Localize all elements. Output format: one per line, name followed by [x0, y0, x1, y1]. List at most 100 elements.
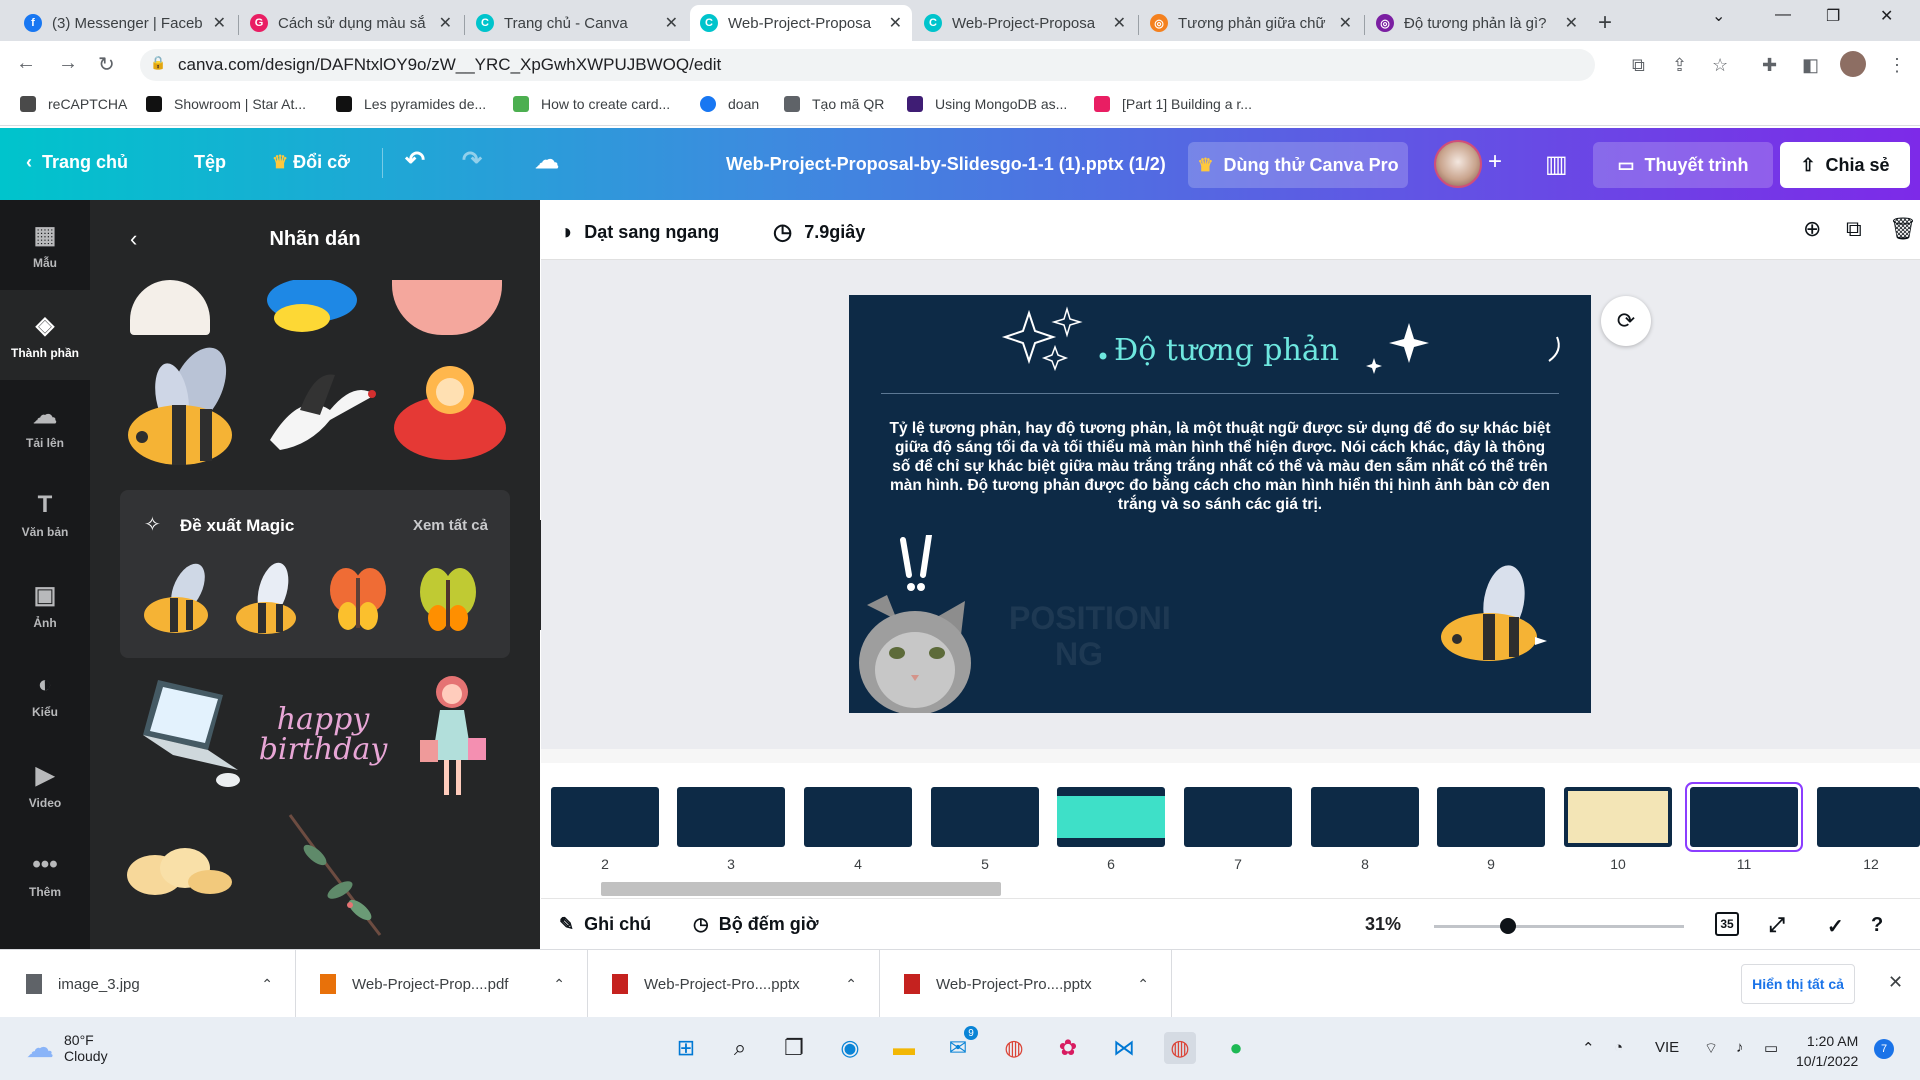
- install-icon[interactable]: ⧉: [1632, 55, 1645, 76]
- scroll-thumb[interactable]: [601, 882, 1001, 896]
- browser-tab-active[interactable]: C Web-Project-Proposa ✕: [690, 5, 912, 41]
- reload-icon[interactable]: ↻: [98, 52, 115, 77]
- bookmark-item[interactable]: Tạo mã QR: [784, 96, 884, 112]
- slide-image-cat[interactable]: [857, 532, 977, 713]
- resize-button[interactable]: ♛ Đổi cỡ: [272, 152, 350, 173]
- profile-avatar[interactable]: [1840, 51, 1866, 77]
- download-item[interactable]: Web-Project-Pro....pptx ⌃: [588, 950, 880, 1018]
- chrome-icon[interactable]: ◍: [998, 1032, 1030, 1064]
- nav-photos[interactable]: ▣ Ảnh: [0, 560, 90, 650]
- check-icon[interactable]: ✓: [1827, 914, 1844, 939]
- magic-sticker-bee[interactable]: [228, 560, 308, 640]
- add-collaborator-icon[interactable]: +: [1488, 148, 1502, 176]
- close-tab-icon[interactable]: ✕: [213, 13, 226, 33]
- minimize-icon[interactable]: —: [1775, 6, 1791, 24]
- browser-tab[interactable]: C Trang chủ - Canva ✕: [466, 5, 688, 41]
- page-thumbnail[interactable]: [1817, 787, 1920, 847]
- close-tab-icon[interactable]: ✕: [665, 13, 678, 33]
- bookmark-star-icon[interactable]: ☆: [1712, 55, 1728, 76]
- slide-canvas[interactable]: Độ tương phản Tỷ lệ tương phản, hay độ t…: [849, 295, 1591, 713]
- page-thumbnail-selected[interactable]: [1687, 784, 1801, 850]
- close-window-icon[interactable]: ✕: [1880, 6, 1893, 26]
- close-tab-icon[interactable]: ✕: [439, 13, 452, 33]
- bookmark-item[interactable]: Using MongoDB as...: [907, 96, 1067, 112]
- filmstrip-scrollbar[interactable]: [541, 880, 1920, 898]
- lock-icon[interactable]: 🔒: [150, 55, 166, 70]
- sticker-crane[interactable]: [260, 350, 380, 460]
- bookmark-item[interactable]: [Part 1] Building a r...: [1094, 96, 1252, 112]
- sticker-pig[interactable]: [392, 280, 502, 335]
- notification-badge[interactable]: 7: [1874, 1039, 1894, 1059]
- sticker-branch[interactable]: [280, 810, 390, 940]
- duplicate-page-icon[interactable]: ⧉: [1846, 216, 1862, 242]
- undo-icon[interactable]: ↶: [405, 146, 425, 175]
- battery-icon[interactable]: ▭: [1764, 1039, 1778, 1057]
- chevron-up-icon[interactable]: ⌃: [1137, 976, 1171, 993]
- bookmark-item[interactable]: reCAPTCHA: [20, 96, 127, 112]
- nav-more[interactable]: ••• Thêm: [0, 830, 90, 920]
- nav-elements[interactable]: ◈ Thành phần: [0, 290, 90, 380]
- bookmark-item[interactable]: doan: [700, 96, 759, 112]
- page-thumbnail[interactable]: [1437, 787, 1545, 847]
- slide-image-bee[interactable]: [1439, 565, 1549, 665]
- see-all-link[interactable]: Xem tất cả: [413, 517, 488, 534]
- file-menu-button[interactable]: Tệp: [194, 152, 226, 173]
- zoom-level[interactable]: 31%: [1365, 914, 1401, 935]
- nav-uploads[interactable]: ☁ Tải lên: [0, 380, 90, 470]
- insights-icon[interactable]: ▥: [1545, 150, 1568, 179]
- task-view-icon[interactable]: ❐: [778, 1032, 810, 1064]
- download-item[interactable]: Web-Project-Pro....pptx ⌃: [880, 950, 1172, 1018]
- page-thumbnail[interactable]: [1564, 787, 1672, 847]
- notes-button[interactable]: ✎ Ghi chú: [559, 914, 651, 935]
- share-button[interactable]: ⇧ Chia sẻ: [1780, 142, 1910, 188]
- new-tab-icon[interactable]: +: [1598, 9, 1612, 37]
- sticker-bird[interactable]: [262, 278, 362, 335]
- timer-button[interactable]: ◷ Bộ đếm giờ: [693, 914, 819, 935]
- weather-widget[interactable]: ☁ 80°F Cloudy: [26, 1031, 108, 1064]
- user-avatar[interactable]: [1434, 140, 1482, 188]
- try-pro-button[interactable]: ♛ Dùng thử Canva Pro: [1188, 142, 1408, 188]
- nav-styles[interactable]: ◐ Kiểu: [0, 650, 90, 740]
- nav-templates[interactable]: ▦ Mẫu: [0, 200, 90, 290]
- bookmark-item[interactable]: Les pyramides de...: [336, 96, 486, 112]
- present-button[interactable]: ▭ Thuyết trình: [1593, 142, 1773, 188]
- sticker-happy-birthday[interactable]: happy birthday: [258, 680, 388, 790]
- transition-button[interactable]: ◑ Dạt sang ngang: [559, 219, 719, 245]
- chrome-profile-icon[interactable]: ◍: [1164, 1032, 1196, 1064]
- app-icon[interactable]: ✿: [1052, 1032, 1084, 1064]
- extensions-icon[interactable]: ✚: [1762, 55, 1777, 76]
- start-icon[interactable]: ⊞: [670, 1032, 702, 1064]
- sticker-shopping-girl[interactable]: [412, 670, 492, 800]
- bookmark-item[interactable]: Showroom | Star At...: [146, 96, 306, 112]
- edge-icon[interactable]: ◉: [834, 1032, 866, 1064]
- home-button[interactable]: ‹ Trang chủ: [26, 152, 128, 173]
- nav-text[interactable]: T Văn bản: [0, 470, 90, 560]
- zoom-slider-knob[interactable]: [1500, 918, 1516, 934]
- close-tab-icon[interactable]: ✕: [889, 13, 902, 33]
- download-item[interactable]: Web-Project-Prop....pdf ⌃: [296, 950, 588, 1018]
- magic-sticker-bee[interactable]: [138, 560, 218, 640]
- tray-app-icon[interactable]: ◔: [1614, 1039, 1623, 1056]
- slide-body-text[interactable]: Tỷ lệ tương phản, hay độ tương phản, là …: [887, 419, 1553, 514]
- page-thumbnail[interactable]: [1057, 787, 1165, 847]
- mail-icon[interactable]: ✉ 9: [942, 1026, 978, 1064]
- page-thumbnail[interactable]: [1184, 787, 1292, 847]
- page-thumbnail[interactable]: [1311, 787, 1419, 847]
- download-item[interactable]: image_3.jpg ⌃: [0, 950, 296, 1018]
- sticker-bee[interactable]: [120, 345, 250, 470]
- url-input[interactable]: canva.com/design/DAFNtxlOY9o/zW__YRC_XpG…: [140, 49, 1595, 81]
- browser-tab[interactable]: C Web-Project-Proposa ✕: [914, 5, 1136, 41]
- document-title[interactable]: Web-Project-Proposal-by-Slidesgo-1-1 (1)…: [726, 154, 1166, 175]
- close-tab-icon[interactable]: ✕: [1339, 13, 1352, 33]
- browser-tab[interactable]: G Cách sử dụng màu sắ ✕: [240, 5, 462, 41]
- search-icon[interactable]: ⌕: [724, 1032, 756, 1064]
- restore-icon[interactable]: ❐: [1826, 6, 1840, 26]
- slide-title[interactable]: Độ tương phản: [1114, 333, 1339, 368]
- page-thumbnail[interactable]: [804, 787, 912, 847]
- sidepanel-icon[interactable]: ◧: [1802, 55, 1819, 76]
- sticker-fish-boy[interactable]: [390, 350, 510, 465]
- volume-icon[interactable]: ♪: [1736, 1039, 1744, 1056]
- language-indicator[interactable]: VIE: [1655, 1039, 1679, 1056]
- browser-tab[interactable]: ◎ Tương phản giữa chữ ✕: [1140, 5, 1362, 41]
- clock[interactable]: 1:20 AM 10/1/2022: [1796, 1031, 1858, 1071]
